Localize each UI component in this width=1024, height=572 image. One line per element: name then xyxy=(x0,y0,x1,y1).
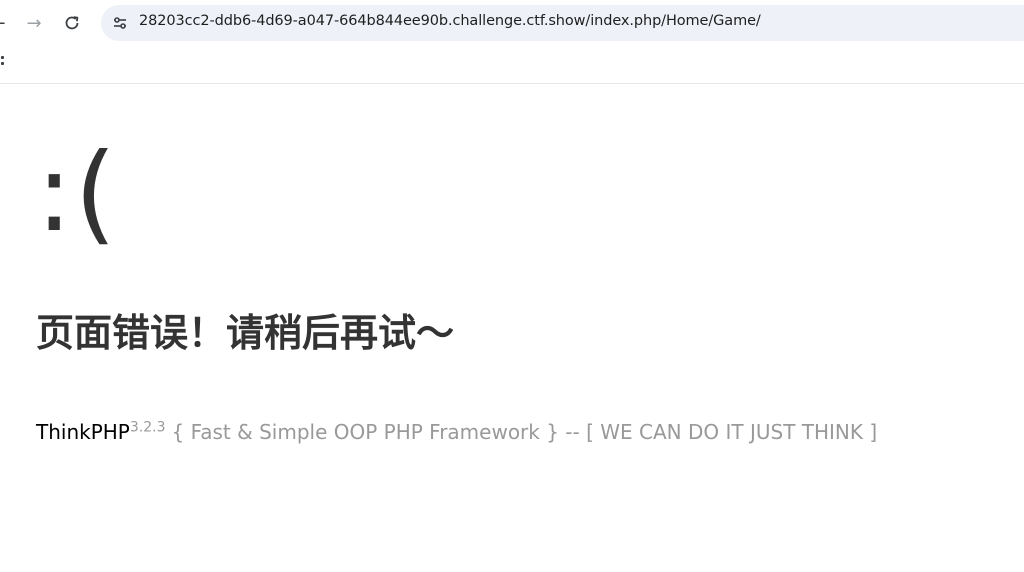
apps-grid-icon[interactable] xyxy=(0,54,4,70)
framework-version: 3.2.3 xyxy=(129,419,166,436)
framework-slogan: { Fast & Simple OOP PHP Framework } -- [… xyxy=(171,420,878,444)
reload-icon-graphic xyxy=(65,16,79,30)
bookmarks-bar xyxy=(0,46,1024,84)
tune-icon-graphic xyxy=(114,17,126,29)
framework-name: ThinkPHP xyxy=(36,420,130,444)
url-text[interactable]: 28203cc2-ddb6-4d69-a047-664b844ee90b.cha… xyxy=(139,13,761,29)
sad-face-emoticon: :( xyxy=(36,131,119,256)
error-message: 页面错误！请稍后再试～ xyxy=(36,311,455,355)
browser-toolbar: ← → 28203cc2-ddb6-4d69-a047-664b844ee90b… xyxy=(0,0,1024,46)
arrow-right-icon[interactable]: → xyxy=(22,11,46,35)
reload-icon[interactable] xyxy=(60,11,84,35)
arrow-left-icon[interactable]: ← xyxy=(0,11,10,35)
framework-footer: ThinkPHP3.2.3 { Fast & Simple OOP PHP Fra… xyxy=(36,420,877,444)
tune-icon[interactable] xyxy=(109,12,131,34)
address-bar[interactable]: 28203cc2-ddb6-4d69-a047-664b844ee90b.cha… xyxy=(101,5,1024,41)
error-page: :( 页面错误！请稍后再试～ ThinkPHP3.2.3 { Fast & Sim… xyxy=(0,84,1024,572)
